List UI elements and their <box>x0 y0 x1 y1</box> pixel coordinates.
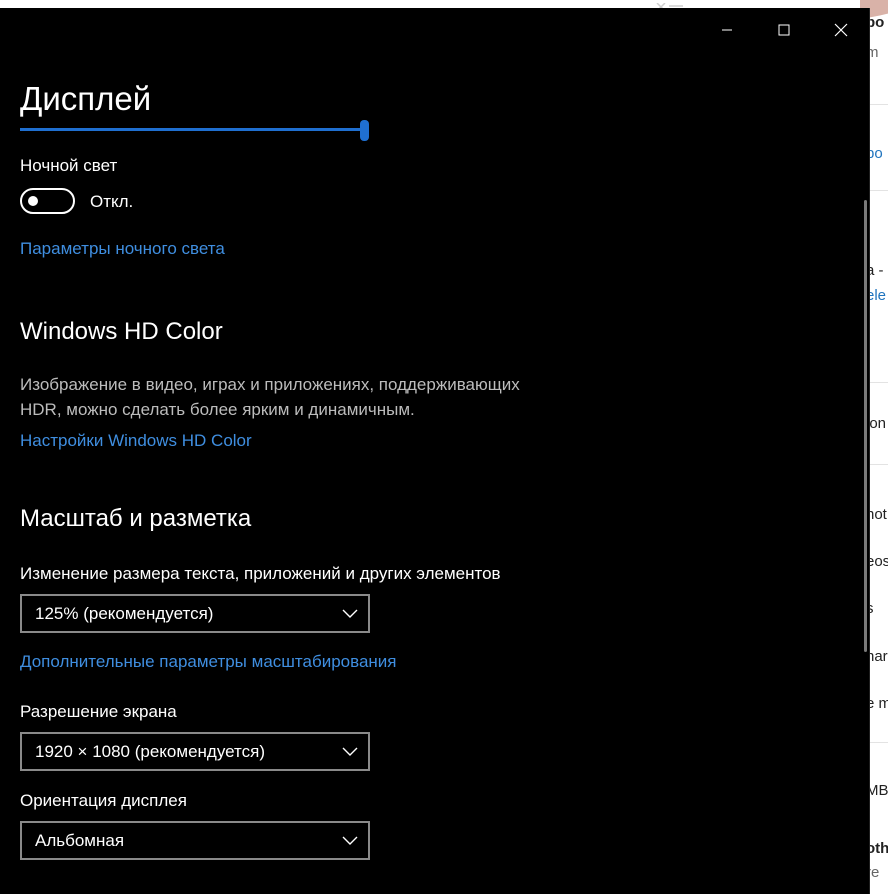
hd-color-description: Изображение в видео, играх и приложениях… <box>20 375 520 419</box>
scale-layout-heading: Масштаб и разметка <box>20 505 252 532</box>
minimize-button[interactable] <box>698 14 755 46</box>
night-light-toggle[interactable] <box>20 188 75 214</box>
close-button[interactable] <box>812 14 869 46</box>
resolution-dropdown-value: 1920 × 1080 (рекомендуется) <box>35 742 265 761</box>
vertical-scrollbar[interactable] <box>864 200 867 652</box>
orientation-label: Ориентация дисплея <box>20 791 187 810</box>
scale-dropdown[interactable]: 125% (рекомендуется) <box>20 594 370 633</box>
advanced-scaling-link[interactable]: Дополнительные параметры масштабирования <box>20 652 396 672</box>
scale-label: Изменение размера текста, приложений и д… <box>20 564 501 583</box>
settings-window: Дисплей Ночной свет Откл. Параметры ночн… <box>0 8 870 894</box>
slider-thumb[interactable] <box>360 120 369 141</box>
page-title: Дисплей <box>20 80 152 117</box>
scale-dropdown-value: 125% (рекомендуется) <box>35 604 214 623</box>
chevron-down-icon <box>342 747 358 756</box>
maximize-icon <box>778 24 789 36</box>
slider-track <box>20 128 366 131</box>
orientation-dropdown-value: Альбомная <box>35 831 125 850</box>
orientation-dropdown[interactable]: Альбомная <box>20 821 370 860</box>
night-light-label: Ночной свет <box>20 156 118 175</box>
resolution-dropdown[interactable]: 1920 × 1080 (рекомендуется) <box>20 732 370 771</box>
maximize-button[interactable] <box>755 14 812 46</box>
night-light-state: Откл. <box>90 192 134 211</box>
hd-color-heading: Windows HD Color <box>20 318 223 345</box>
close-icon <box>834 23 847 37</box>
chevron-down-icon <box>342 836 358 845</box>
brightness-slider[interactable] <box>20 120 372 146</box>
night-light-settings-link[interactable]: Параметры ночного света <box>20 239 225 259</box>
toggle-knob <box>28 196 38 206</box>
caption-buttons <box>698 14 869 46</box>
resolution-label: Разрешение экрана <box>20 702 177 721</box>
minimize-icon <box>721 29 732 31</box>
hd-color-settings-link[interactable]: Настройки Windows HD Color <box>20 431 252 451</box>
chevron-down-icon <box>342 609 358 618</box>
